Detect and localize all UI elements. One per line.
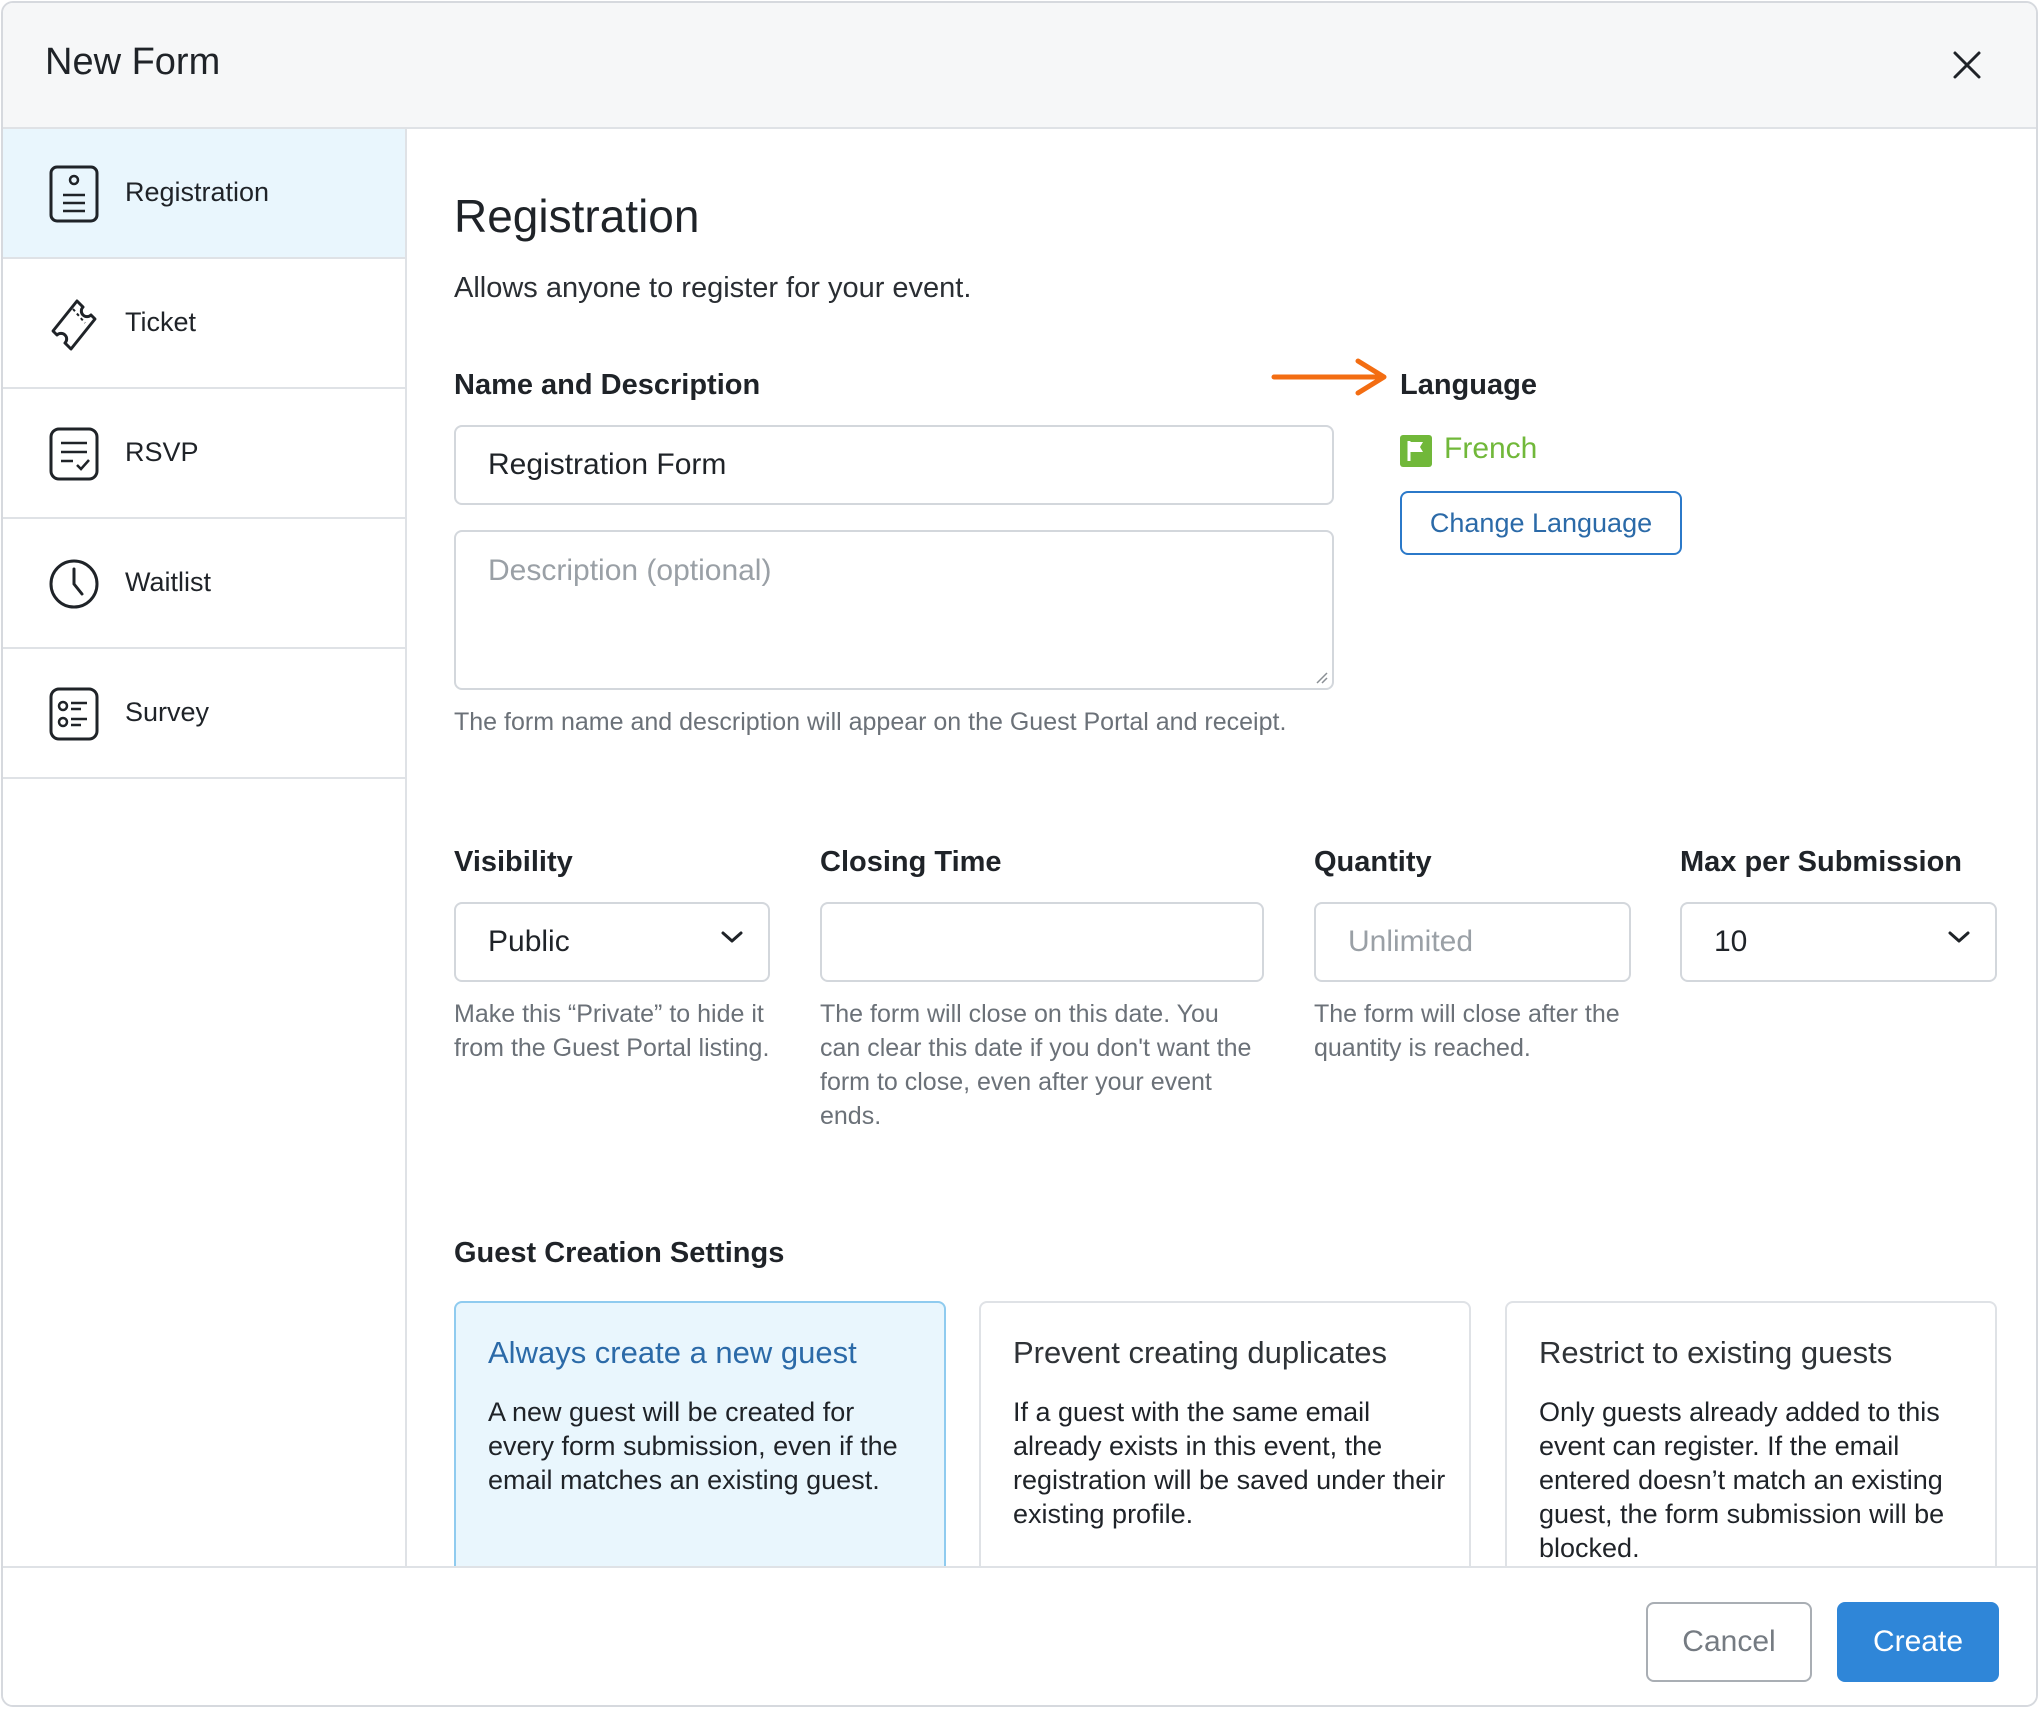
closing-time-label: Closing Time [820, 846, 1002, 878]
name-description-label: Name and Description [454, 369, 761, 401]
quantity-input[interactable]: Unlimited [1314, 902, 1631, 982]
guest-option-title: Prevent creating duplicates [1013, 1335, 1387, 1370]
form-type-sidebar: Registration Ticket RSVP Waitlist Survey [3, 129, 407, 1566]
sidebar-item-registration[interactable]: Registration [3, 129, 405, 259]
ticket-icon [51, 299, 97, 351]
guest-option-description: Only guests already added to this event … [1539, 1397, 1945, 1563]
closing-time-input[interactable] [820, 902, 1264, 982]
dialog-footer: Cancel Create [3, 1566, 2036, 1705]
dialog-header: New Form [3, 3, 2036, 129]
form-name-input[interactable]: Registration Form [454, 425, 1334, 505]
language-value-text: French [1444, 432, 1538, 465]
visibility-help: Make this “Private” to hide it from the … [454, 1000, 770, 1062]
sidebar-item-label: RSVP [125, 437, 199, 467]
sidebar-item-label: Waitlist [125, 567, 211, 597]
dialog-title: New Form [45, 41, 221, 83]
chevron-down-icon [721, 931, 743, 943]
clock-icon [49, 559, 99, 609]
create-button[interactable]: Create [1837, 1602, 1999, 1682]
form-settings-panel: Registration Allows anyone to register f… [407, 129, 2036, 1581]
chevron-down-icon [1948, 931, 1970, 943]
sidebar-item-ticket[interactable]: Ticket [3, 259, 405, 389]
guest-option-title: Restrict to existing guests [1539, 1335, 1893, 1370]
visibility-select[interactable]: Public [454, 902, 770, 982]
quantity-label: Quantity [1314, 846, 1432, 878]
quantity-help: The form will close after the quantity i… [1314, 1000, 1620, 1062]
guest-option-always-create[interactable]: Always create a new guest A new guest wi… [454, 1301, 946, 1581]
resize-handle-icon[interactable] [1312, 668, 1328, 684]
guest-option-restrict-existing[interactable]: Restrict to existing guests Only guests … [1505, 1301, 1997, 1581]
name-description-help: The form name and description will appea… [454, 708, 1287, 736]
sidebar-item-survey[interactable]: Survey [3, 649, 405, 779]
guest-option-prevent-duplicates[interactable]: Prevent creating duplicates If a guest w… [979, 1301, 1471, 1581]
registration-form-icon [49, 165, 99, 223]
new-form-dialog: New Form Registration Ticket RSVP Waitli… [1, 1, 2038, 1707]
cancel-button[interactable]: Cancel [1646, 1602, 1812, 1682]
sidebar-item-label: Survey [125, 697, 210, 727]
survey-list-icon [49, 687, 99, 741]
sidebar-item-rsvp[interactable]: RSVP [3, 389, 405, 519]
guest-option-description: A new guest will be created for every fo… [488, 1397, 898, 1495]
description-placeholder: Description (optional) [488, 554, 772, 587]
max-per-submission-select[interactable]: 10 [1680, 902, 1997, 982]
sidebar-item-label: Ticket [125, 307, 197, 337]
annotation-arrow-icon [1271, 358, 1387, 396]
change-language-button[interactable]: Change Language [1400, 491, 1682, 555]
guest-option-title: Always create a new guest [488, 1335, 857, 1370]
visibility-value: Public [488, 925, 570, 958]
max-per-submission-value: 10 [1714, 925, 1748, 958]
language-label: Language [1400, 369, 1537, 401]
page-subtitle: Allows anyone to register for your event… [454, 272, 972, 304]
guest-option-description: If a guest with the same email already e… [1013, 1397, 1446, 1529]
guest-creation-label: Guest Creation Settings [454, 1237, 785, 1269]
sidebar-item-label: Registration [125, 177, 270, 207]
description-textarea[interactable]: Description (optional) [454, 530, 1334, 690]
sidebar-item-waitlist[interactable]: Waitlist [3, 519, 405, 649]
visibility-label: Visibility [454, 846, 573, 878]
max-per-submission-label: Max per Submission [1680, 846, 1963, 878]
rsvp-checklist-icon [49, 427, 99, 481]
close-icon[interactable] [1943, 41, 1991, 89]
flag-icon [1400, 435, 1432, 467]
closing-time-help: The form will close on this date. You ca… [820, 1000, 1252, 1130]
page-title: Registration [454, 190, 700, 242]
